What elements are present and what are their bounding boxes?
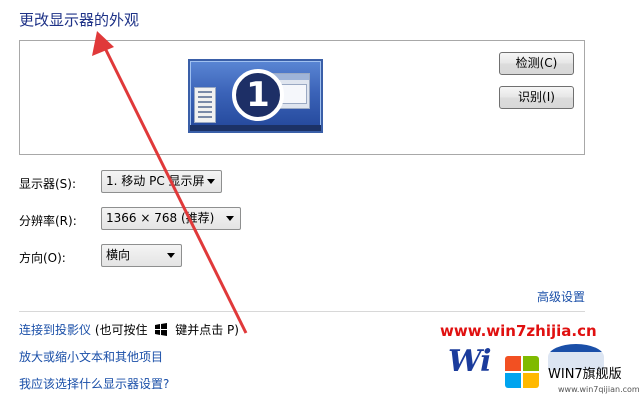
identify-button[interactable]: 识别(I)	[499, 86, 574, 109]
display-select[interactable]: 1. 移动 PC 显示屏	[101, 170, 222, 193]
monitor-number-badge: 1	[232, 69, 284, 121]
detect-button[interactable]: 检测(C)	[499, 52, 574, 75]
projector-hint-end: 键并点击 P)	[175, 323, 239, 337]
mini-window-left	[194, 87, 216, 123]
windows-logo-icon	[154, 323, 168, 339]
monitor-1-thumbnail[interactable]: 1	[188, 59, 323, 133]
watermark-logo-text: Wi	[448, 344, 492, 379]
resolution-select-value: 1366 × 768 (推荐)	[106, 211, 215, 225]
watermark-badge-sub: www.win7qijian.com	[558, 385, 640, 394]
orientation-select-value: 横向	[106, 248, 131, 262]
resolution-label: 分辨率(R):	[19, 214, 77, 228]
watermark-badge-text: WIN7旗舰版	[548, 367, 622, 382]
windows-flag-icon	[505, 356, 541, 390]
projector-row: 连接到投影仪 (也可按住 键并点击 P)	[19, 321, 239, 339]
mini-taskbar	[190, 125, 321, 131]
separator	[19, 311, 585, 312]
enlarge-text-link[interactable]: 放大或缩小文本和其他项目	[19, 348, 163, 365]
orientation-select[interactable]: 横向	[101, 244, 182, 267]
display-label: 显示器(S):	[19, 177, 77, 191]
orientation-label: 方向(O):	[19, 251, 66, 265]
advanced-settings-link[interactable]: 高级设置	[537, 288, 585, 305]
resolution-select[interactable]: 1366 × 768 (推荐)	[101, 207, 241, 230]
display-settings-help-link[interactable]: 我应该选择什么显示器设置?	[19, 375, 169, 392]
chevron-down-icon	[167, 253, 175, 258]
display-select-value: 1. 移动 PC 显示屏	[106, 174, 205, 188]
projector-hint-start: (也可按住	[94, 323, 148, 337]
connect-projector-link[interactable]: 连接到投影仪	[19, 323, 91, 337]
page-title: 更改显示器的外观	[19, 11, 140, 29]
watermark-url: www.win7zhijia.cn	[440, 322, 597, 340]
chevron-down-icon	[226, 216, 234, 221]
chevron-down-icon	[207, 179, 215, 184]
